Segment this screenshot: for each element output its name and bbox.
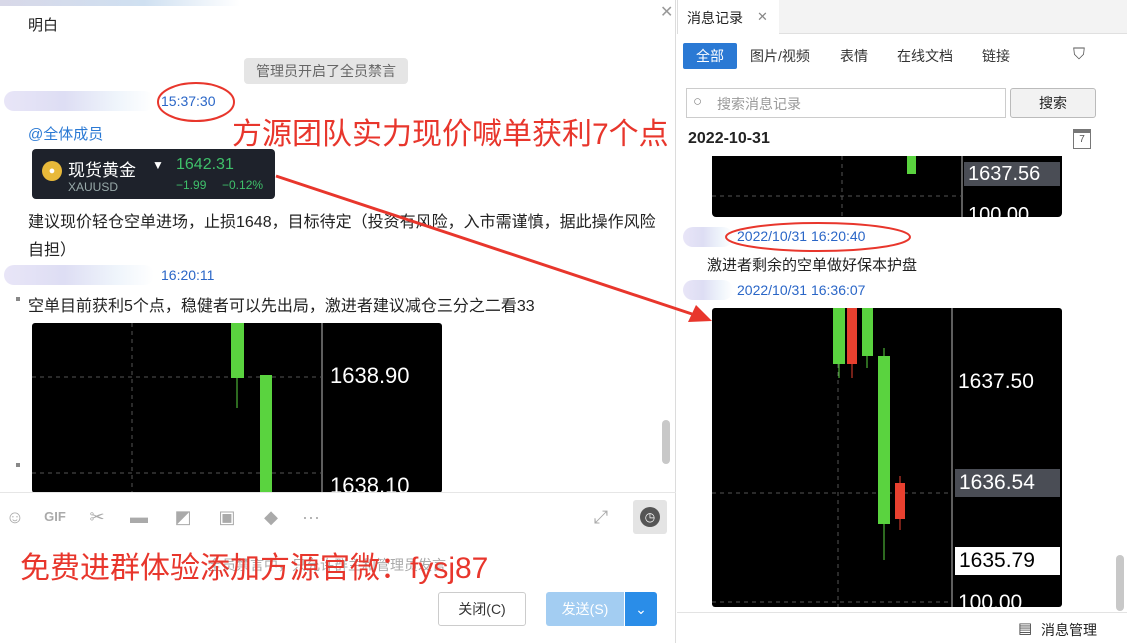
screen: ✕ 明白 管理员开启了全员禁言 15:37:30 @全体成员 ● 现货黄金 ▼ … bbox=[0, 0, 1127, 643]
overlay-promo: 免费进群体验添加方源官微：fysj87 bbox=[20, 552, 489, 585]
overlay-headline: 方源团队实力现价喊单获利7个点 bbox=[232, 118, 669, 151]
red-arrow-line bbox=[275, 174, 693, 316]
red-circle bbox=[157, 82, 235, 122]
red-circle bbox=[725, 222, 911, 252]
